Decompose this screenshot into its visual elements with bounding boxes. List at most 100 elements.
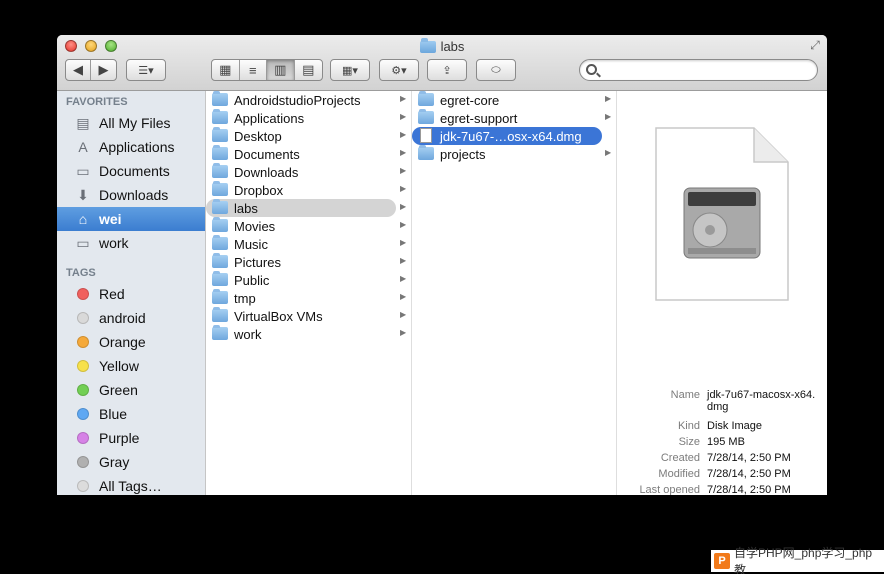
chevron-right-icon: ▶ (400, 148, 407, 157)
forward-button[interactable]: ▶ (91, 60, 116, 80)
info-row-name: Name jdk-7u67-macosx-x64.dmg (670, 389, 816, 413)
view-mode-control: ▦ ≡ ▥ ▤ (211, 59, 323, 81)
sidebar-tag-red[interactable]: Red (57, 282, 205, 306)
back-arrow-icon: ◀ (73, 62, 83, 77)
group-icon: ▦▾ (342, 64, 358, 77)
column-home: AndroidstudioProjects ▶ Applications ▶ Des… (206, 91, 412, 495)
icon-view-button[interactable]: ▦ (212, 60, 240, 80)
titlebar: labs ⤢ ◀ ▶ ☰▾ ▦ ≡ ▥ ▤ ▦▾ ⚙▾ ⇪ ⬭ (57, 35, 827, 91)
folder-icon (419, 37, 436, 53)
sidebar-item-documents[interactable]: ▭ Documents (57, 159, 205, 183)
list-item-selected[interactable]: jdk-7u67-…osx-x64.dmg (412, 127, 602, 145)
group-button[interactable]: ▦▾ (330, 59, 370, 81)
home-icon: ⌂ (78, 211, 88, 227)
action-button[interactable]: ⚙▾ (379, 59, 419, 81)
all-files-icon: ▤ (76, 114, 90, 131)
fullscreen-icon[interactable]: ⤢ (808, 38, 822, 52)
chevron-right-icon: ▶ (400, 256, 407, 265)
back-forward-control: ◀ ▶ (65, 59, 117, 81)
tag-color-dot (77, 336, 89, 348)
info-row-modified: Modified 7/28/14, 2:50 PM (658, 468, 791, 480)
folder-icon (212, 91, 228, 106)
cover-flow-button[interactable]: ▤ (295, 60, 322, 80)
sidebar-tag-yellow[interactable]: Yellow (57, 354, 205, 378)
info-row-size: Size 195 MB (678, 436, 745, 448)
folder-icon (212, 325, 228, 340)
arrange-button[interactable]: ☰▾ (126, 59, 166, 81)
folder-icon (212, 163, 228, 178)
search-input[interactable] (602, 62, 812, 78)
info-row-kind: Kind Disk Image (677, 420, 763, 432)
folder-icon (418, 91, 434, 106)
list-item[interactable]: Documents ▶ (206, 145, 410, 163)
sidebar-tag-all-tags[interactable]: All Tags… (57, 474, 205, 495)
favorites-header: FAVORITES (66, 96, 128, 108)
list-item[interactable]: work ▶ (206, 325, 410, 343)
sidebar-tag-purple[interactable]: Purple (57, 426, 205, 450)
applications-icon: A (78, 139, 88, 155)
sidebar-tag-orange[interactable]: Orange (57, 330, 205, 354)
sidebar-tag-blue[interactable]: Blue (57, 402, 205, 426)
share-icon: ⇪ (442, 64, 452, 77)
chevron-right-icon: ▶ (400, 166, 407, 175)
finder-window: labs ⤢ ◀ ▶ ☰▾ ▦ ≡ ▥ ▤ ▦▾ ⚙▾ ⇪ ⬭ FAVORITE… (57, 35, 827, 495)
chevron-right-icon: ▶ (400, 130, 407, 139)
list-item[interactable]: Pictures ▶ (206, 253, 410, 271)
list-item[interactable]: Desktop ▶ (206, 127, 410, 145)
back-button[interactable]: ◀ (66, 60, 92, 80)
gear-icon: ⚙▾ (391, 64, 407, 77)
tag-color-dot (77, 480, 89, 492)
tag-color-dot (77, 384, 89, 396)
chevron-right-icon: ▶ (605, 94, 612, 103)
folder-icon (212, 253, 228, 268)
downloads-icon: ⬇ (77, 186, 89, 203)
list-item-selected[interactable]: labs (206, 199, 396, 217)
list-view-button[interactable]: ≡ (240, 60, 267, 80)
list-item[interactable]: tmp ▶ (206, 289, 410, 307)
sidebar-tag-green[interactable]: Green (57, 378, 205, 402)
list-item[interactable]: egret-core ▶ (412, 91, 615, 109)
chevron-right-icon: ▶ (605, 148, 612, 157)
chevron-right-icon: ▶ (400, 112, 407, 121)
chevron-right-icon: ▶ (400, 220, 407, 229)
list-item[interactable]: egret-support ▶ (412, 109, 615, 127)
list-item[interactable]: AndroidstudioProjects ▶ (206, 91, 410, 109)
list-item[interactable]: Applications ▶ (206, 109, 410, 127)
column-view-icon: ▥ (274, 62, 287, 77)
sidebar-item-applications[interactable]: A Applications (57, 135, 205, 159)
list-item[interactable]: Dropbox ▶ (206, 181, 410, 199)
list-item[interactable]: Music ▶ (206, 235, 410, 253)
list-item[interactable]: VirtualBox VMs ▶ (206, 307, 410, 325)
folder-icon (212, 181, 228, 196)
forward-arrow-icon: ▶ (98, 62, 109, 77)
tag-color-dot (77, 456, 89, 468)
sidebar-tag-android[interactable]: android (57, 306, 205, 330)
cover-flow-icon: ▤ (302, 62, 315, 77)
edit-tags-button[interactable]: ⬭ (476, 59, 516, 81)
list-item[interactable]: Downloads ▶ (206, 163, 410, 181)
search-icon (586, 64, 597, 75)
sidebar-item-work[interactable]: ▭ work (57, 231, 205, 255)
sidebar-item-wei[interactable]: ⌂ wei (57, 207, 205, 231)
folder-icon: ▭ (76, 234, 90, 251)
sidebar-item-downloads[interactable]: ⬇ Downloads (57, 183, 205, 207)
search-field[interactable] (579, 59, 818, 81)
window-title: labs (57, 37, 827, 56)
php-logo-icon: P (714, 553, 730, 569)
icon-view-icon: ▦ (219, 62, 232, 77)
share-button[interactable]: ⇪ (427, 59, 467, 81)
folder-icon (212, 307, 228, 322)
sidebar-item-all-my-files[interactable]: ▤ All My Files (57, 111, 205, 135)
list-item[interactable]: Public ▶ (206, 271, 410, 289)
list-item[interactable]: Movies ▶ (206, 217, 410, 235)
folder-icon (212, 235, 228, 250)
chevron-right-icon: ▶ (605, 112, 612, 121)
info-row-created: Created 7/28/14, 2:50 PM (660, 452, 791, 464)
chevron-right-icon: ▶ (400, 310, 407, 319)
chevron-right-icon: ▶ (400, 94, 407, 103)
list-item[interactable]: projects ▶ (412, 145, 615, 163)
tag-color-dot (77, 288, 89, 300)
sidebar-tag-gray[interactable]: Gray (57, 450, 205, 474)
site-watermark: P 自学PHP网_php学习_php教 (711, 546, 884, 574)
column-view-button[interactable]: ▥ (267, 60, 295, 80)
